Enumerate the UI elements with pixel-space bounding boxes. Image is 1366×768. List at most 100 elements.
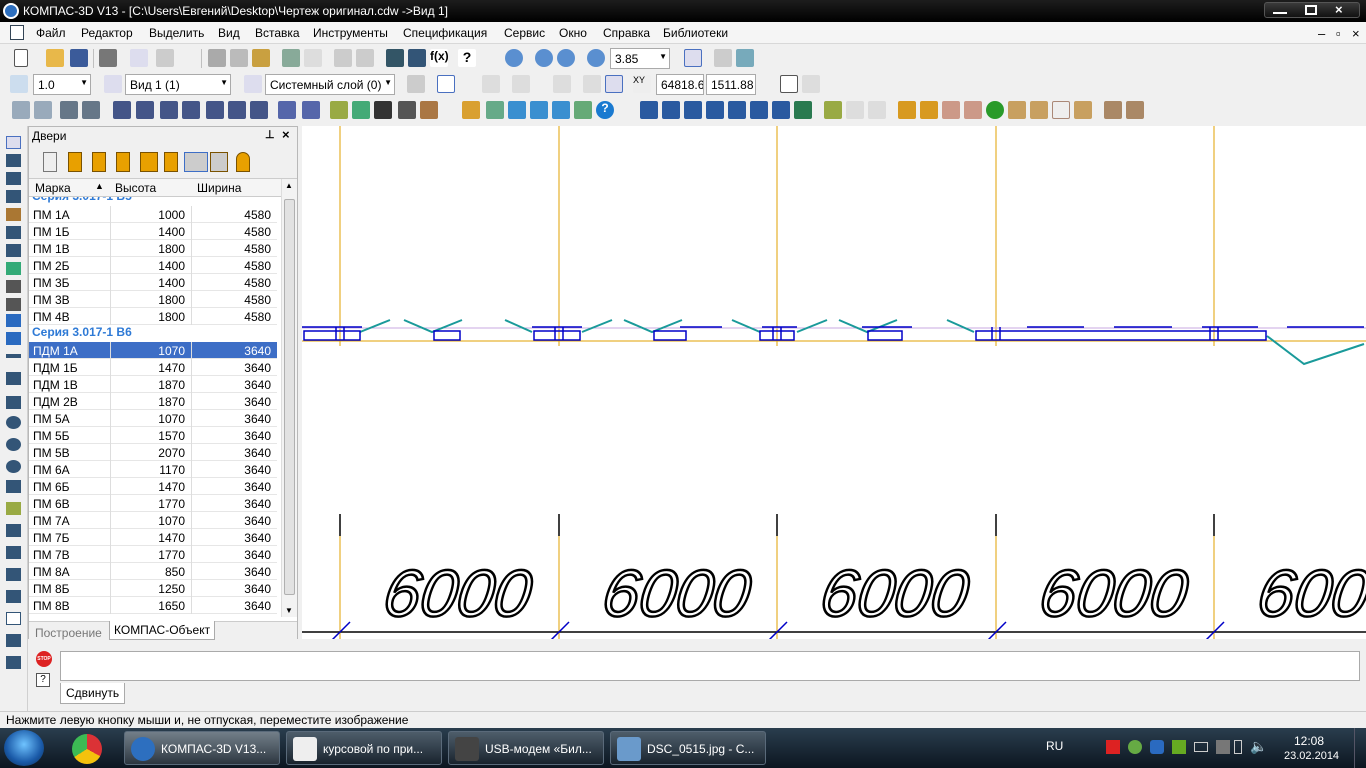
hatch-icon[interactable] [374, 101, 392, 119]
view-select[interactable]: Вид 1 (1) ▼ [125, 74, 231, 95]
battery-icon[interactable] [1234, 740, 1242, 754]
coord-y-field[interactable]: 1511.88 [706, 74, 756, 95]
tray-icon-1[interactable] [1106, 740, 1120, 754]
lib-tool-1-icon[interactable] [508, 101, 526, 119]
door-lib-icon[interactable] [920, 101, 938, 119]
action-center-icon[interactable] [1216, 740, 1230, 754]
group-header[interactable]: Серия 3.017-1 В6 [32, 325, 132, 342]
chamfer-icon[interactable] [6, 524, 21, 537]
menu-window[interactable]: Окно [559, 26, 587, 40]
menu-view[interactable]: Вид [218, 26, 240, 40]
format-brush-icon[interactable] [282, 49, 300, 67]
measure-icon[interactable] [6, 226, 21, 239]
stair-icon[interactable] [420, 101, 438, 119]
menu-insert[interactable]: Вставка [255, 26, 300, 40]
view-icon[interactable] [104, 75, 122, 93]
table-row[interactable]: ПДМ 1В 1870 3640 [29, 376, 277, 393]
help-icon[interactable]: ? [596, 101, 614, 119]
menu-file[interactable]: Файл [36, 26, 66, 40]
help-pointer-icon[interactable]: ? [458, 49, 476, 67]
arch-tool-2-icon[interactable] [34, 101, 52, 119]
table-row[interactable]: ПМ 5Б 1570 3640 [29, 427, 277, 444]
table-row[interactable]: ПМ 8Б 1250 3640 [29, 580, 277, 597]
document-icon[interactable] [10, 25, 24, 40]
mdi-restore-icon[interactable]: ▫ [1336, 26, 1341, 41]
arch-tool-14-icon[interactable] [330, 101, 348, 119]
polyline-icon[interactable] [6, 546, 21, 559]
menu-edit[interactable]: Редактор [81, 26, 133, 40]
window-element-icon[interactable] [662, 101, 680, 119]
cut-icon[interactable] [208, 49, 226, 67]
col-width-header[interactable]: Ширина [197, 181, 241, 195]
table-icon[interactable] [352, 101, 370, 119]
stop-icon[interactable]: STOP [36, 651, 52, 667]
tools-icon[interactable] [574, 101, 592, 119]
maximize-icon[interactable] [1305, 5, 1317, 15]
menu-help[interactable]: Справка [603, 26, 650, 40]
save-icon[interactable] [70, 49, 88, 67]
minimize-icon[interactable] [1273, 6, 1287, 14]
refresh-icon[interactable] [736, 49, 754, 67]
edit-object-icon[interactable] [824, 101, 842, 119]
drawing-canvas[interactable]: 6000 6000 6000 6000 6000 [302, 126, 1366, 639]
table-row[interactable]: ПМ 8А 850 3640 [29, 563, 277, 580]
layer-properties-icon[interactable] [407, 75, 425, 93]
col-mark-header[interactable]: Марка [35, 181, 71, 195]
reports-icon[interactable] [6, 280, 21, 293]
lib-tool-3-icon[interactable] [552, 101, 570, 119]
table-row[interactable]: ПМ 5В 2070 3640 [29, 444, 277, 461]
grid-icon[interactable] [512, 75, 530, 93]
hatch-tool-icon[interactable] [6, 502, 21, 515]
tab-construction[interactable]: Построение [31, 624, 106, 642]
fillet-icon[interactable] [6, 568, 21, 581]
scroll-up-icon[interactable]: ▲ [285, 181, 293, 190]
variables-icon[interactable] [408, 49, 426, 67]
fence-icon[interactable] [1104, 101, 1122, 119]
table-row[interactable]: ПМ 7А 1070 3640 [29, 512, 277, 529]
cloud-icon[interactable] [1052, 101, 1070, 119]
zoom-in-icon[interactable] [505, 49, 523, 67]
copy-icon[interactable] [230, 49, 248, 67]
wall-icon[interactable] [640, 101, 658, 119]
person-icon[interactable] [1008, 101, 1026, 119]
spline-icon[interactable] [6, 480, 21, 493]
folder-icon[interactable] [462, 101, 480, 119]
table-row[interactable]: ПМ 8В 1650 3640 [29, 597, 277, 614]
table-row[interactable]: ПМ 1В 1800 4580 [29, 240, 277, 257]
col-height-header[interactable]: Высота [115, 181, 156, 195]
table-row[interactable]: ПМ 4В 1800 4580 [29, 308, 277, 325]
start-button[interactable] [4, 730, 44, 766]
language-indicator[interactable]: RU [1046, 739, 1063, 753]
undo-icon[interactable] [334, 49, 352, 67]
house-icon[interactable] [964, 101, 982, 119]
redo-icon[interactable] [356, 49, 374, 67]
help-question-icon[interactable]: ? [36, 673, 50, 687]
table-row[interactable]: ПМ 3Б 1400 4580 [29, 274, 277, 291]
gate-icon[interactable] [184, 152, 208, 172]
arch-tool-3-icon[interactable] [60, 101, 78, 119]
copy-objects-icon[interactable] [772, 101, 790, 119]
arched-door-icon[interactable] [236, 152, 250, 172]
menu-service[interactable]: Сервис [504, 26, 545, 40]
tab-kompas-object[interactable]: КОМПАС-Объект [109, 621, 216, 640]
furniture-icon[interactable] [898, 101, 916, 119]
insert-icon[interactable] [6, 298, 21, 311]
rectangle-icon[interactable] [6, 612, 21, 625]
manager-icon[interactable] [304, 49, 322, 67]
function-icon[interactable]: f(x) [430, 49, 449, 67]
table-row[interactable]: ПМ 1А 1000 4580 [29, 206, 277, 223]
group-header[interactable]: Серия 3.017-1 В5 [32, 197, 132, 206]
double-door-icon[interactable] [92, 152, 106, 172]
snap-magnet-icon[interactable] [437, 75, 455, 93]
point-icon[interactable] [6, 354, 21, 358]
menu-specification[interactable]: Спецификация [403, 26, 487, 40]
circle-icon[interactable] [6, 416, 21, 429]
clock-date[interactable]: 23.02.2014 [1284, 750, 1339, 762]
arch-tool-8-icon[interactable] [182, 101, 200, 119]
parameters-icon[interactable] [780, 75, 798, 93]
list-view-icon[interactable] [43, 152, 57, 172]
glazed-door-icon[interactable] [116, 152, 130, 172]
document-object-icon[interactable] [868, 101, 886, 119]
drawing-svg[interactable]: 6000 6000 6000 6000 6000 [302, 126, 1366, 639]
panel-door-icon[interactable] [164, 152, 178, 172]
